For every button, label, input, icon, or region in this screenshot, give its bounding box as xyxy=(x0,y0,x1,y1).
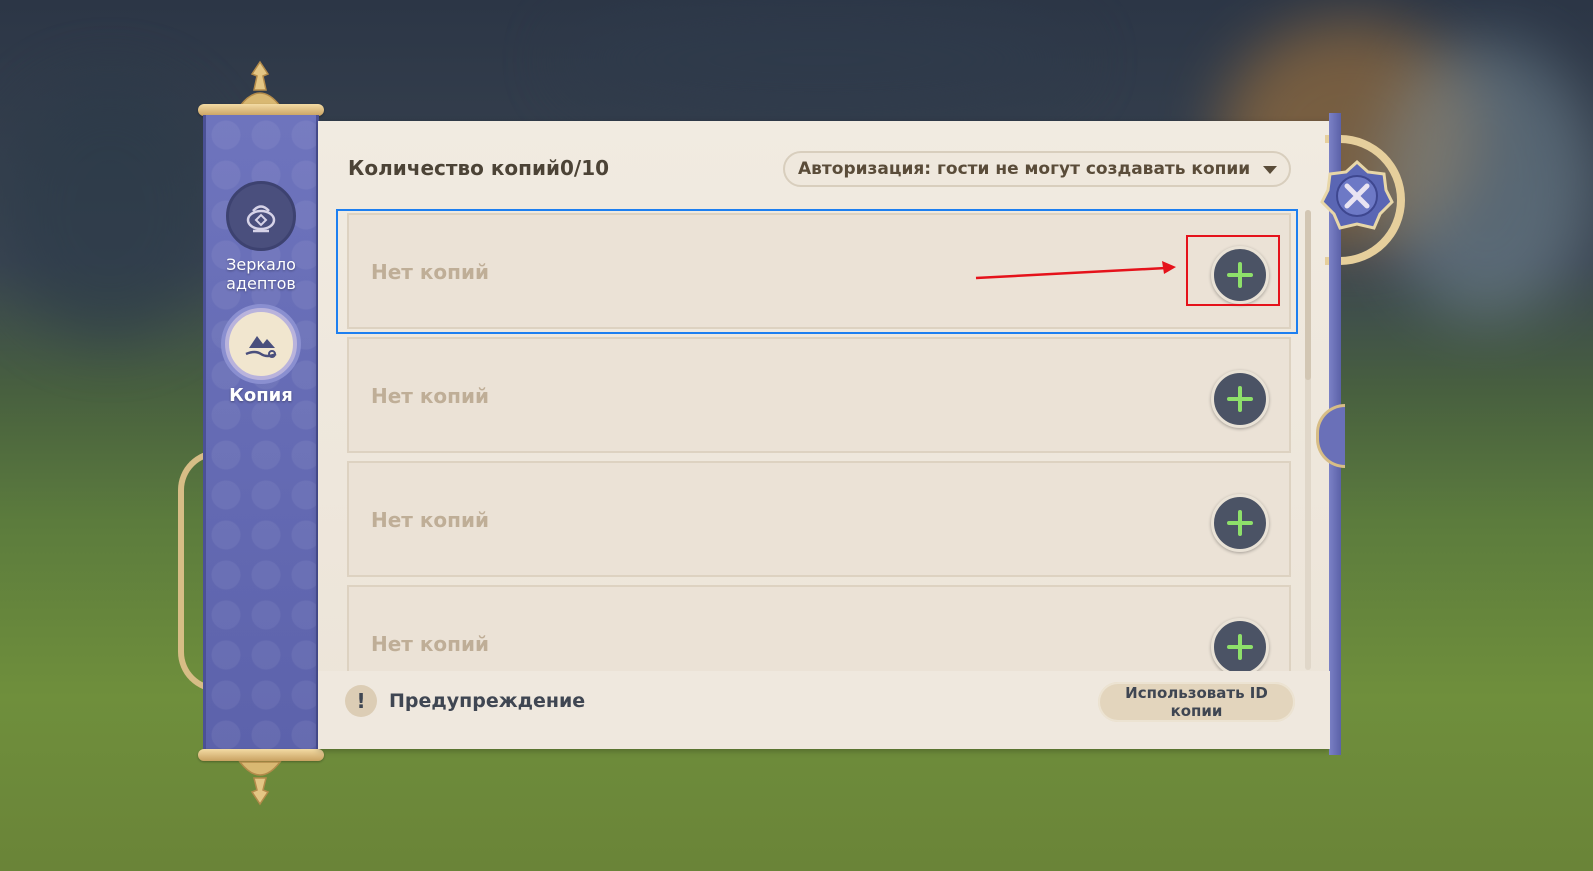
add-copy-button[interactable] xyxy=(1211,246,1269,304)
add-copy-button[interactable] xyxy=(1211,494,1269,552)
add-copy-button[interactable] xyxy=(1211,370,1269,428)
use-copy-id-button[interactable]: Использовать ID копии xyxy=(1098,682,1295,722)
scrollbar-thumb[interactable] xyxy=(1305,210,1311,380)
page-title: Количество копий0/10 xyxy=(348,156,610,180)
landscape-icon xyxy=(225,308,297,380)
plus-icon xyxy=(1227,634,1253,660)
sidebar-item-copy[interactable]: Копия xyxy=(203,308,319,405)
scrollbar[interactable] xyxy=(1305,210,1311,670)
slot-empty-label: Нет копий xyxy=(371,260,490,284)
list-item: Нет копий xyxy=(347,461,1291,577)
copy-list[interactable]: Нет копий Нет копий Нет копий Нет копий xyxy=(318,205,1330,671)
close-button[interactable] xyxy=(1320,158,1394,232)
slot-empty-label: Нет копий xyxy=(371,508,490,532)
teapot-icon xyxy=(226,181,296,251)
plus-icon xyxy=(1227,262,1253,288)
authorization-dropdown[interactable]: Авторизация: гости не могут создавать ко… xyxy=(783,151,1291,187)
close-icon xyxy=(1320,159,1394,230)
sidebar-item-label: Зеркало адептов xyxy=(226,255,296,293)
warning-link[interactable]: Предупреждение xyxy=(389,690,585,712)
sidebar-item-label: Копия xyxy=(229,385,293,406)
add-copy-button[interactable] xyxy=(1211,618,1269,671)
background-blur xyxy=(560,0,1080,120)
sidebar-item-adepts-mirror[interactable]: Зеркало адептов xyxy=(203,181,319,293)
slot-empty-label: Нет копий xyxy=(371,384,490,408)
chevron-down-icon xyxy=(1263,166,1277,174)
list-item: Нет копий xyxy=(347,585,1291,671)
plus-icon xyxy=(1227,386,1253,412)
rod-top-finial xyxy=(238,60,282,107)
warning-icon[interactable]: ! xyxy=(345,685,377,717)
rod-bottom-finial xyxy=(238,761,282,806)
list-item: Нет копий xyxy=(347,337,1291,453)
plus-icon xyxy=(1227,510,1253,536)
list-item: Нет копий xyxy=(347,213,1291,329)
background-blur xyxy=(1380,40,1593,320)
background-blur xyxy=(0,80,220,340)
slot-empty-label: Нет копий xyxy=(371,632,490,656)
authorization-dropdown-label: Авторизация: гости не могут создавать ко… xyxy=(798,159,1251,179)
use-copy-id-label: Использовать ID копии xyxy=(1125,684,1268,720)
